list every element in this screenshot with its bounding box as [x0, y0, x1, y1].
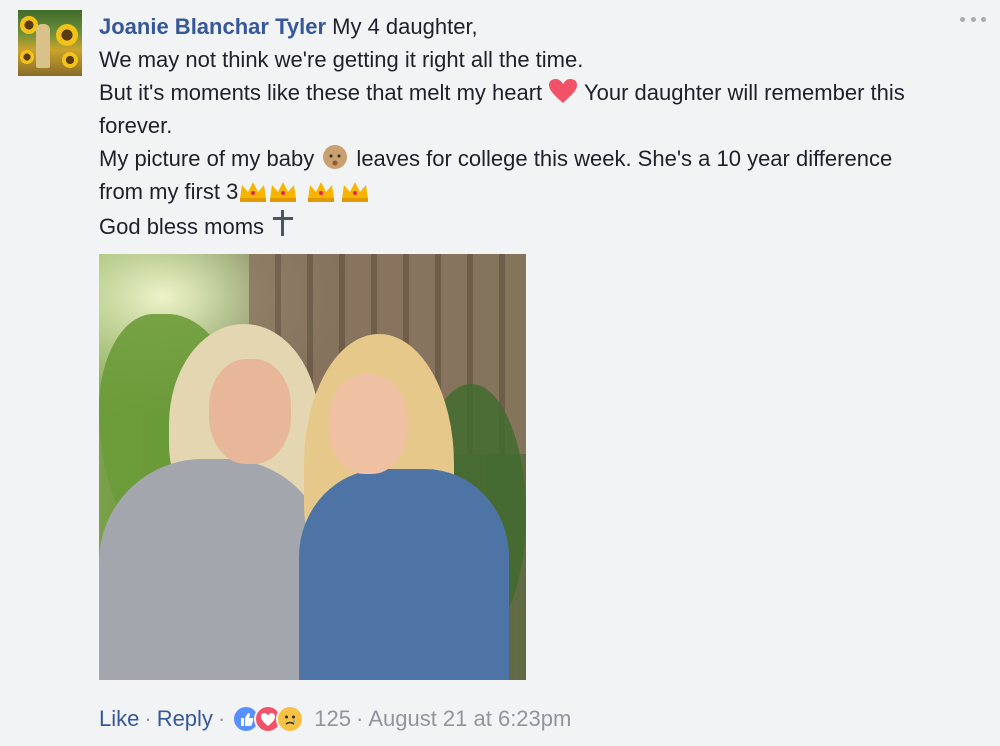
- reaction-count[interactable]: 125: [314, 704, 351, 734]
- cross-icon: [273, 210, 294, 236]
- post-line-3: But it's moments like these that melt my…: [99, 79, 905, 105]
- red-heart-icon: [549, 79, 578, 103]
- like-link[interactable]: Like: [99, 704, 139, 734]
- crown-icon: [342, 182, 369, 202]
- post-line-2: We may not think we're getting it right …: [99, 47, 584, 72]
- post-line-5: My picture of my baby leaves for college…: [99, 142, 979, 175]
- timestamp-link[interactable]: August 21 at 6:23pm: [368, 704, 571, 734]
- post-line-7: God bless moms: [99, 208, 979, 243]
- reply-link[interactable]: Reply: [157, 704, 213, 734]
- author-name-link[interactable]: Joanie Blanchar Tyler: [99, 14, 326, 39]
- author-avatar[interactable]: [18, 10, 82, 76]
- separator-dot: ·: [144, 706, 152, 731]
- sad-reaction-icon: [276, 705, 305, 733]
- post-line-6: from my first 3: [99, 175, 979, 208]
- post-body: Joanie Blanchar Tyler My 4 daughter, We …: [99, 10, 979, 243]
- post-footer: Like · Reply · 125 · August 21 at 6:23pm: [99, 704, 571, 734]
- crown-icon: [240, 182, 267, 202]
- post-line-4: forever.: [99, 113, 173, 138]
- post-line-1: Joanie Blanchar Tyler My 4 daughter,: [99, 14, 478, 39]
- baby-icon: [323, 145, 348, 169]
- post-photo[interactable]: [99, 254, 526, 680]
- crown-icon: [270, 182, 297, 202]
- separator-dot: ·: [355, 706, 364, 731]
- crown-icon: [308, 182, 335, 202]
- separator-dot: ·: [217, 706, 226, 731]
- reactions-summary[interactable]: [232, 705, 305, 733]
